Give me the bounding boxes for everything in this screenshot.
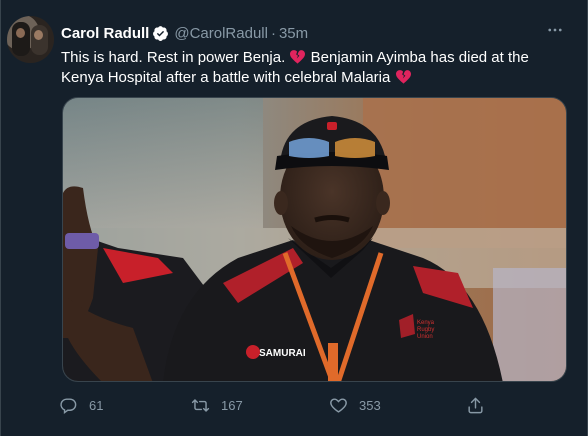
retweet-icon	[191, 398, 210, 412]
avatar-face	[16, 28, 25, 38]
like-count: 353	[359, 397, 381, 413]
tweet-card[interactable]: Carol Radull @CarolRadull · 35m This is …	[0, 0, 588, 436]
tweet-text-part1: This is hard. Rest in power Benja.	[61, 49, 286, 66]
reply-icon	[60, 397, 77, 414]
reply-button[interactable]: 61	[59, 394, 103, 416]
author-name[interactable]: Carol Radull	[61, 25, 149, 42]
heart-icon	[330, 397, 347, 413]
share-button[interactable]	[466, 394, 485, 416]
tweet-actions: 61 167 353	[59, 394, 499, 416]
tweet-header: Carol Radull @CarolRadull · 35m	[61, 24, 308, 42]
tweet-text: This is hard. Rest in power Benja. Benja…	[61, 48, 561, 88]
like-button[interactable]: 353	[329, 394, 381, 416]
avatar[interactable]	[7, 16, 54, 63]
more-options-button[interactable]	[543, 18, 567, 42]
separator-dot: ·	[270, 24, 276, 42]
photo-content: SAMURAI Kenya Rugby Union	[63, 98, 566, 381]
avatar-face	[34, 30, 43, 40]
share-icon	[468, 397, 483, 413]
retweet-count: 167	[221, 397, 243, 413]
shirt-logo-line1: Kenya	[417, 320, 435, 326]
verified-badge-icon	[153, 25, 169, 41]
broken-heart-icon	[395, 70, 411, 84]
retweet-button[interactable]: 167	[191, 394, 243, 416]
shirt-sponsor-text: SAMURAI	[259, 348, 306, 359]
tweet-photo[interactable]: SAMURAI Kenya Rugby Union	[62, 97, 567, 382]
shirt-logo-line3: Union	[417, 334, 433, 340]
more-icon	[548, 28, 562, 32]
reply-count: 61	[89, 397, 104, 413]
shirt-logo-line2: Rugby	[417, 327, 434, 333]
tweet-timestamp[interactable]: 35m	[279, 25, 308, 42]
author-handle[interactable]: @CarolRadull	[174, 25, 268, 42]
broken-heart-icon	[290, 50, 306, 64]
